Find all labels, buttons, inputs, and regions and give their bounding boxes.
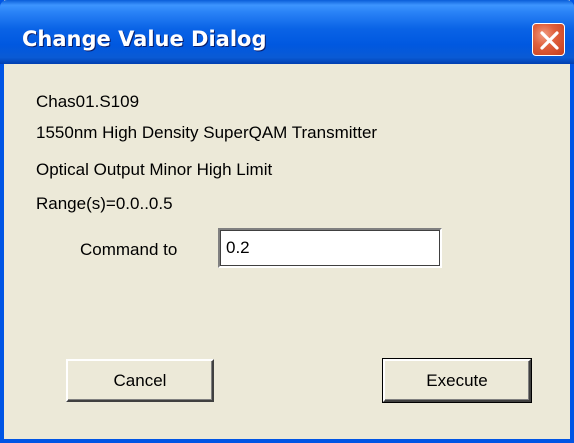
execute-button[interactable]: Execute <box>382 358 532 403</box>
cancel-button[interactable]: Cancel <box>66 359 214 402</box>
command-to-label: Command to <box>80 240 178 259</box>
range-label: Range(s)=0.0..0.5 <box>36 194 173 213</box>
change-value-dialog: Change Value Dialog Chas01.S109 1550nm H… <box>0 0 574 443</box>
parameter-name-label: Optical Output Minor High Limit <box>36 160 273 179</box>
chassis-slot-label: Chas01.S109 <box>36 92 140 111</box>
dialog-body: Chas01.S109 1550nm High Density SuperQAM… <box>4 0 570 439</box>
device-name-label: 1550nm High Density SuperQAM Transmitter <box>36 123 378 142</box>
command-value-input[interactable] <box>218 228 442 268</box>
